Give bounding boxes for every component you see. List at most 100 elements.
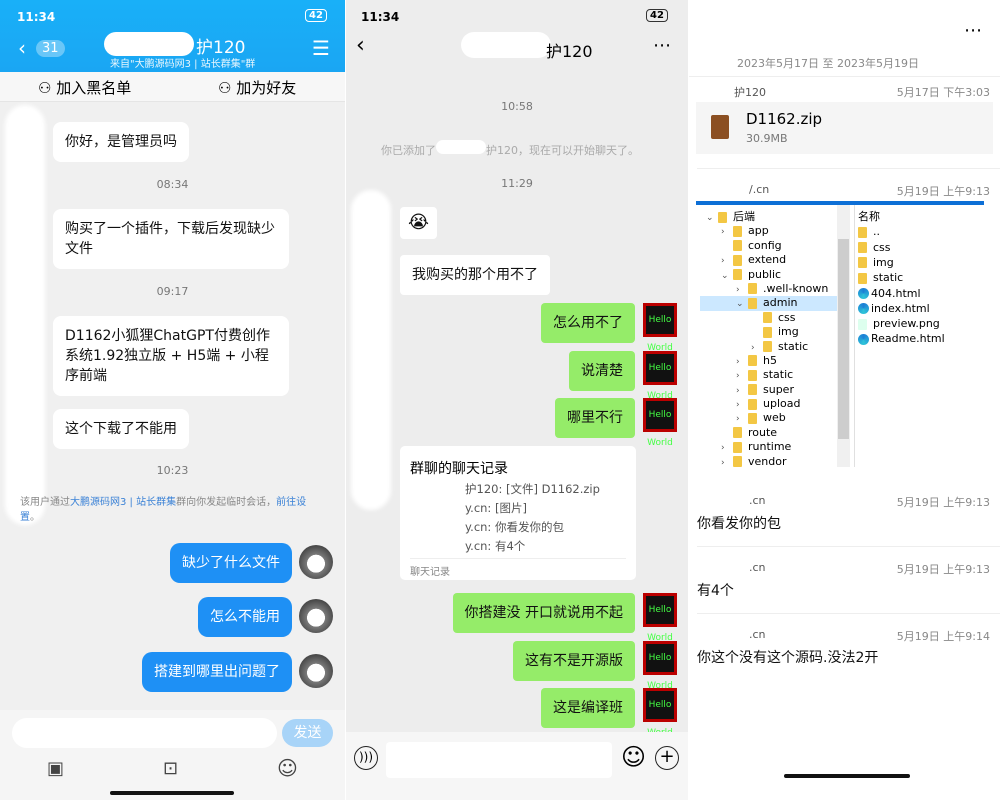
battery-indicator: 42 xyxy=(646,9,668,22)
file-list-item[interactable]: static xyxy=(858,271,945,286)
avatar[interactable]: Hello World xyxy=(643,398,677,448)
tree-item[interactable]: › super xyxy=(700,383,837,397)
expand-icon[interactable]: ⌄ xyxy=(736,297,748,311)
tree-item[interactable]: ⌄ public xyxy=(700,268,837,282)
group-link[interactable]: 大鹏源码网3 | 站长群集 xyxy=(70,497,176,508)
menu-icon[interactable]: ☰ xyxy=(312,36,330,60)
message-input[interactable] xyxy=(386,742,612,778)
file-list-item[interactable]: css xyxy=(858,241,945,256)
expand-icon[interactable]: › xyxy=(751,341,763,355)
folder-icon xyxy=(748,398,757,410)
qq-chat-panel: 11:34 42 ‹ 31 护120 来自"大鹏源码网3 | 站长群集"群 ☰ … xyxy=(0,0,345,800)
voice-icon[interactable]: ))) xyxy=(354,746,378,770)
image-icon[interactable]: ▣ xyxy=(47,758,64,779)
timestamp: 09:17 xyxy=(156,285,189,298)
tree-item[interactable]: ⌄ admin xyxy=(700,296,837,311)
send-button[interactable]: 发送 xyxy=(282,719,333,747)
avatar[interactable]: Hello World xyxy=(643,303,677,353)
tree-item[interactable]: › vendor xyxy=(700,455,837,469)
tree-item[interactable]: route xyxy=(700,426,837,440)
avatar[interactable]: Hello World xyxy=(643,351,677,401)
message-bubble: D1162小狐狸ChatGPT付费创作系统1.92独立版 + H5端 + 小程序… xyxy=(53,316,289,396)
redacted-avatars xyxy=(5,105,45,525)
file-name: D1162.zip xyxy=(746,110,823,128)
scrollbar[interactable] xyxy=(837,205,850,467)
more-icon[interactable]: ⋯ xyxy=(964,20,982,41)
camera-icon[interactable]: ⊡ xyxy=(163,758,178,779)
chat-subtitle: 来自"大鹏源码网3 | 站长群集"群 xyxy=(110,59,256,70)
emoji-icon[interactable]: ☺ xyxy=(277,756,298,780)
edge-icon xyxy=(858,288,869,300)
add-user-icon: ⚇ xyxy=(38,79,57,97)
tree-item[interactable]: ⌄ 后端 xyxy=(700,210,837,224)
expand-icon[interactable]: › xyxy=(736,384,748,398)
file-list-item[interactable]: .. xyxy=(858,225,945,240)
expand-icon[interactable]: ⌄ xyxy=(721,269,733,283)
message-bubble: 搭建到哪里出问题了 xyxy=(142,652,292,692)
file-card[interactable]: D1162.zip 30.9MB xyxy=(696,102,993,154)
unread-count-badge[interactable]: 31 xyxy=(36,40,65,57)
file-list-item[interactable]: preview.png xyxy=(858,317,945,332)
plus-icon[interactable]: + xyxy=(655,746,679,770)
image-file-icon xyxy=(858,318,867,330)
column-header-name[interactable]: 名称 xyxy=(858,210,945,224)
tree-item[interactable]: › upload xyxy=(700,397,837,411)
avatar[interactable] xyxy=(299,599,333,633)
avatar[interactable] xyxy=(299,545,333,579)
tree-item[interactable]: › h5 xyxy=(700,354,837,368)
back-icon[interactable]: ‹ xyxy=(356,33,365,58)
avatar[interactable]: Hello World xyxy=(643,593,677,643)
file-name: Readme.html xyxy=(871,332,945,346)
expand-icon[interactable]: › xyxy=(721,225,733,239)
tree-item-label: 后端 xyxy=(733,210,755,223)
folder-icon xyxy=(733,240,742,252)
folder-icon xyxy=(748,412,757,424)
blacklist-button[interactable]: ⚇ 加入黑名单 xyxy=(38,77,131,98)
expand-icon[interactable]: › xyxy=(736,355,748,369)
file-name: preview.png xyxy=(873,317,940,331)
expand-icon[interactable]: › xyxy=(736,283,748,297)
emoji-icon[interactable]: ☺ xyxy=(621,744,646,770)
add-friend-button[interactable]: ⚇ 加为好友 xyxy=(218,77,296,98)
tree-item[interactable]: img xyxy=(700,325,837,339)
expand-icon[interactable]: › xyxy=(736,412,748,426)
tree-item-label: config xyxy=(748,238,782,252)
tree-item-label: runtime xyxy=(748,440,792,454)
file-list-item[interactable]: img xyxy=(858,256,945,271)
tree-item-label: web xyxy=(763,411,786,425)
expand-icon[interactable]: › xyxy=(721,456,733,470)
tree-item[interactable]: › runtime xyxy=(700,440,837,454)
more-icon[interactable]: ⋯ xyxy=(653,35,671,56)
folder-icon xyxy=(748,283,757,295)
expand-icon[interactable]: › xyxy=(736,369,748,383)
avatar[interactable] xyxy=(299,654,333,688)
expand-icon[interactable]: › xyxy=(736,398,748,412)
file-list-item[interactable]: Readme.html xyxy=(858,332,945,347)
message-bubble: 这是编译班 xyxy=(541,688,635,728)
file-list-item[interactable]: index.html xyxy=(858,302,945,317)
chat-record-card[interactable]: 群聊的聊天记录 护120: [文件] D1162.zip y.cn: [图片] y.… xyxy=(400,446,636,580)
tree-item-label: public xyxy=(748,267,782,281)
back-icon[interactable]: ‹ xyxy=(18,36,26,60)
expand-icon[interactable]: › xyxy=(721,441,733,455)
tree-item[interactable]: › static xyxy=(700,368,837,382)
file-name: .. xyxy=(873,225,880,239)
message-text: 你这个没有这个源码.没法2开 xyxy=(697,650,879,666)
message-input[interactable] xyxy=(12,718,277,748)
tree-item[interactable]: config xyxy=(700,239,837,253)
tree-item[interactable]: › .well-known xyxy=(700,282,837,296)
tree-item[interactable]: › web xyxy=(700,411,837,425)
tree-item[interactable]: css xyxy=(700,311,837,325)
tree-item[interactable]: › static xyxy=(700,340,837,354)
expand-icon[interactable]: ⌄ xyxy=(706,211,718,225)
edge-icon xyxy=(858,303,869,315)
avatar[interactable]: Hello World xyxy=(643,688,677,738)
avatar[interactable]: Hello World xyxy=(643,641,677,691)
tree-item[interactable]: › app xyxy=(700,224,837,238)
tree-item-label: h5 xyxy=(763,353,777,367)
folder-icon xyxy=(748,355,757,367)
file-list-item[interactable]: 404.html xyxy=(858,287,945,302)
expand-icon[interactable]: › xyxy=(721,254,733,268)
tree-item[interactable]: › extend xyxy=(700,253,837,267)
screenshot-image[interactable]: ⌄ 后端 › app config › extend ⌄ public › .well-known ⌄… xyxy=(696,201,984,469)
